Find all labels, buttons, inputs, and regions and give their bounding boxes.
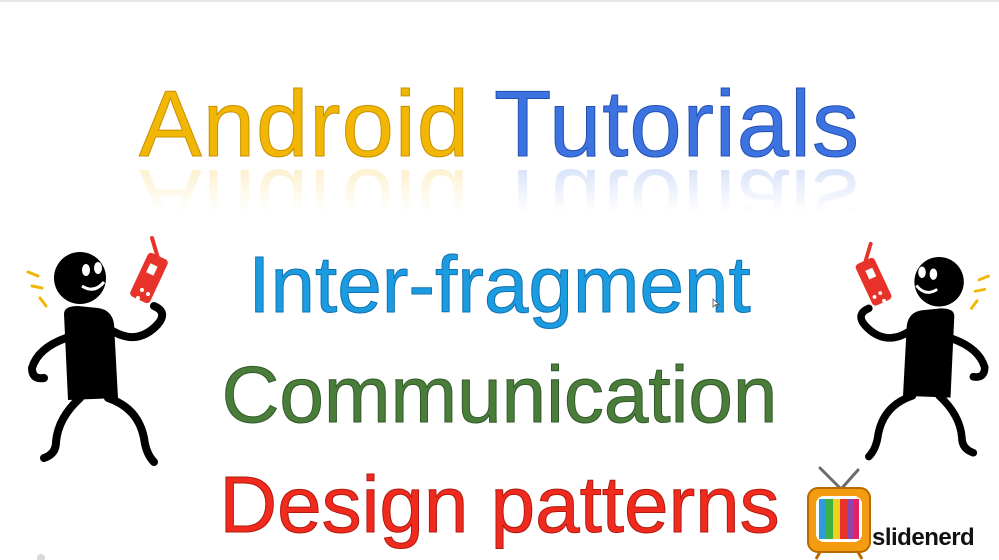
slide-title: Android Tutorials — [0, 71, 999, 176]
brand-logo-text: slidenerd — [872, 524, 975, 551]
page-indicator-icon — [37, 554, 45, 560]
sound-lines-icon — [969, 274, 990, 310]
mouse-cursor-icon — [712, 298, 720, 308]
phone-icon — [855, 241, 892, 306]
stick-figure-phone-icon — [855, 241, 990, 461]
title-word-android: Android — [139, 71, 471, 176]
title-word-tutorials: Tutorials — [494, 71, 860, 176]
phone-icon — [130, 236, 168, 304]
top-divider — [0, 0, 999, 2]
sound-lines-icon — [26, 270, 48, 308]
stick-figure-phone-icon — [26, 236, 168, 466]
